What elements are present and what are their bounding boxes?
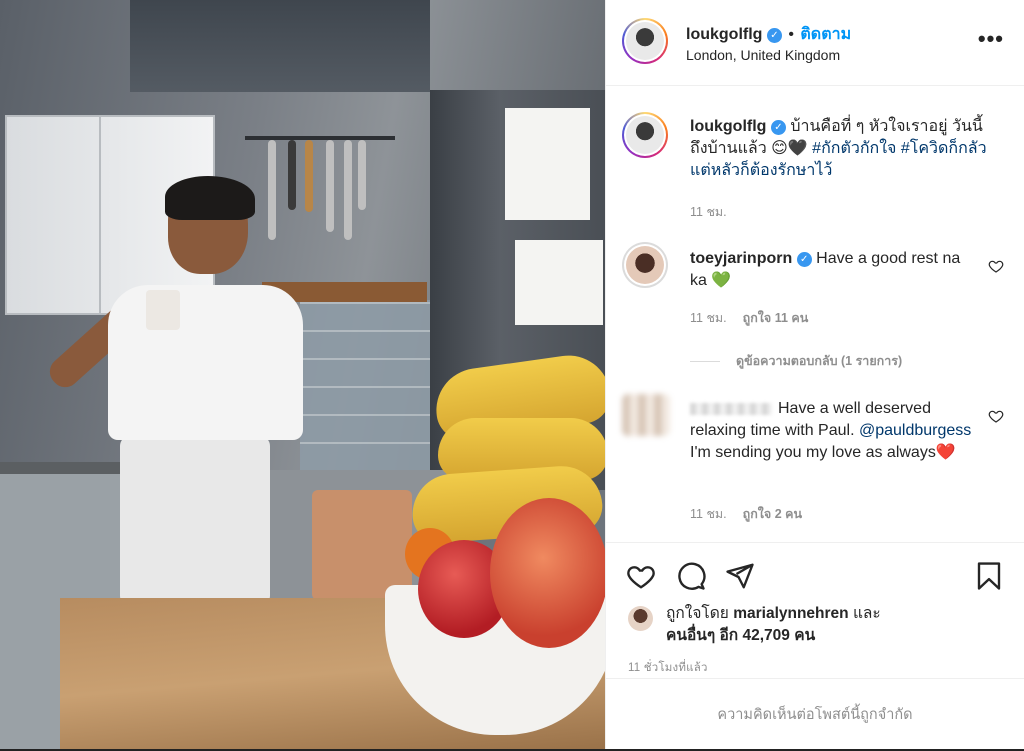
caption-username[interactable]: loukgolflg	[690, 118, 766, 135]
comment-text-after: I'm sending you my love as always❤️	[690, 444, 956, 461]
verified-badge-icon: ✓	[766, 28, 782, 43]
comment-like-heart-icon[interactable]	[988, 408, 1004, 424]
comment-mention[interactable]: @pauldburgess	[859, 422, 971, 439]
commenter-username[interactable]: toeyjarinporn	[690, 250, 792, 267]
author-username[interactable]: loukgolflg	[686, 26, 762, 43]
bookmark-icon[interactable]	[974, 561, 1004, 591]
caption-time[interactable]: 11 ชม.	[690, 202, 727, 222]
comment: Have a well deserved relaxing time with …	[690, 398, 976, 464]
comment-meta: 11 ชม. ถูกใจ 2 คน	[690, 504, 802, 524]
person-shirt	[108, 285, 303, 440]
view-replies-button[interactable]: ดูข้อความตอบกลับ (1 รายการ)	[690, 351, 902, 371]
mug	[146, 290, 180, 330]
person-shorts	[120, 436, 270, 606]
utensil	[288, 140, 296, 210]
comment-icon[interactable]	[676, 561, 706, 591]
blurred-commenter-username[interactable]	[690, 402, 772, 415]
verified-badge-icon: ✓	[796, 252, 812, 267]
utensil-rail	[245, 136, 395, 140]
comment-time[interactable]: 11 ชม.	[690, 507, 727, 521]
liked-by-user[interactable]: marialynnehren	[733, 605, 848, 622]
fridge-note	[505, 108, 590, 220]
person-hair	[165, 176, 255, 220]
comments-limited-notice: ความคิดเห็นต่อโพสต์นี้ถูกจำกัด	[606, 678, 1024, 749]
comment-like-heart-icon[interactable]	[988, 258, 1004, 274]
post-timestamp[interactable]: 11 ชั่วโมงที่แล้ว	[628, 659, 708, 677]
utensil	[305, 140, 313, 212]
post-photo[interactable]	[0, 0, 605, 749]
caption: loukgolflg ✓ บ้านคือที่ ๆ หัวใจเราอยู่ ว…	[690, 116, 998, 182]
caption-avatar[interactable]	[622, 112, 668, 158]
post-actions: ถูกใจโดย marialynnehren และ คนอื่นๆ อีก …	[606, 542, 1024, 674]
post-location[interactable]: London, United Kingdom	[686, 47, 840, 63]
commenter-avatar[interactable]	[622, 242, 668, 288]
comment-time[interactable]: 11 ชม.	[690, 311, 727, 325]
liker-avatar[interactable]	[628, 606, 653, 631]
post-sidebar: loukgolflg ✓ • ติดตาม London, United Kin…	[605, 0, 1024, 749]
instagram-post: loukgolflg ✓ • ติดตาม London, United Kin…	[0, 0, 1024, 749]
more-options-icon[interactable]: •••	[978, 26, 1004, 52]
verified-badge-icon: ✓	[770, 120, 786, 135]
liked-by-prefix: ถูกใจโดย	[666, 605, 734, 622]
heart-icon[interactable]	[626, 561, 656, 591]
likes-summary: ถูกใจโดย marialynnehren และ คนอื่นๆ อีก …	[666, 603, 881, 647]
comment-likes[interactable]: ถูกใจ 11 คน	[743, 311, 809, 325]
share-icon[interactable]	[725, 561, 755, 591]
wall-tiles	[300, 300, 440, 470]
liked-by-others[interactable]: คนอื่นๆ อีก 42,709 คน	[666, 627, 815, 644]
red-apple	[490, 498, 605, 648]
utensil	[268, 140, 276, 240]
comment-meta: 11 ชม. ถูกใจ 11 คน	[690, 308, 808, 328]
cooker-hood	[130, 0, 430, 92]
utensil	[326, 140, 334, 232]
fridge-note	[515, 240, 603, 325]
chair	[312, 490, 412, 600]
utensil	[358, 140, 366, 210]
comment: toeyjarinporn ✓ Have a good rest na ka 💚	[690, 248, 976, 292]
post-header: loukgolflg ✓ • ติดตาม London, United Kin…	[606, 0, 1024, 86]
author-avatar[interactable]	[622, 18, 668, 64]
separator-dot: •	[788, 26, 794, 43]
comment-likes[interactable]: ถูกใจ 2 คน	[743, 507, 802, 521]
blurred-commenter-avatar[interactable]	[622, 394, 670, 436]
liked-by-and: และ	[848, 605, 881, 622]
utensil	[344, 140, 352, 240]
follow-button[interactable]: ติดตาม	[800, 26, 851, 43]
